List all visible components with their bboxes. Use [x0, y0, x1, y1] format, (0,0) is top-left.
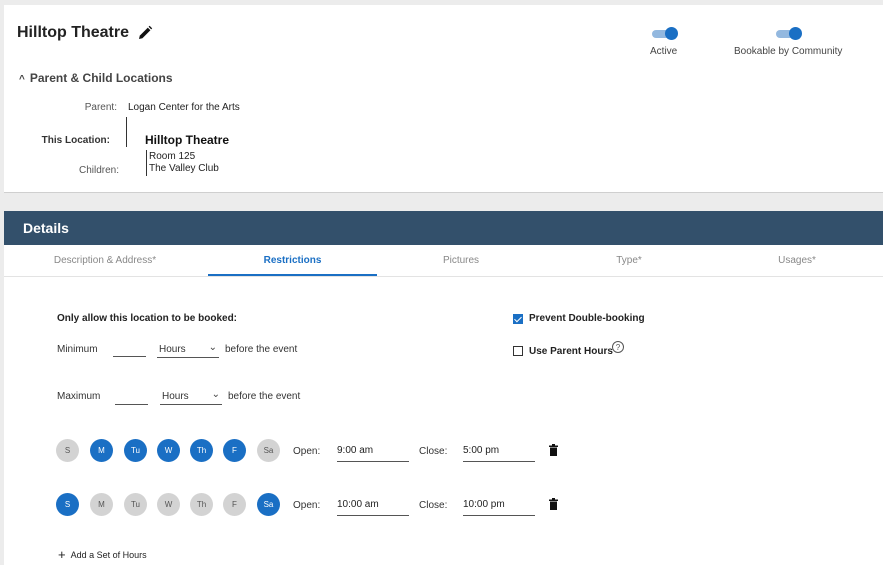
- maximum-unit-select[interactable]: Hours ⌄: [160, 389, 222, 405]
- tree-line-children: [146, 150, 147, 176]
- before-event-text: before the event: [228, 391, 301, 402]
- day-toggle-wednesday[interactable]: W: [157, 493, 180, 516]
- trash-icon[interactable]: [549, 444, 558, 456]
- close-label: Close:: [419, 446, 448, 457]
- open-label: Open:: [293, 446, 321, 457]
- use-parent-hours-checkbox[interactable]: [513, 346, 523, 356]
- close-label: Close:: [419, 500, 448, 511]
- day-toggle-tuesday[interactable]: Tu: [124, 493, 147, 516]
- trash-icon[interactable]: [549, 498, 558, 510]
- this-location-label: This Location:: [41, 135, 110, 146]
- day-toggle-saturday[interactable]: Sa: [257, 493, 280, 516]
- day-toggle-friday[interactable]: F: [223, 439, 246, 462]
- tree-line-parent: [126, 117, 127, 147]
- maximum-unit-value: Hours: [162, 391, 189, 402]
- tab-restrictions[interactable]: Restrictions: [208, 255, 377, 266]
- active-toggle[interactable]: Active: [650, 27, 678, 57]
- pencil-icon[interactable]: [137, 25, 153, 41]
- details-header: Details: [4, 211, 883, 245]
- booking-heading: Only allow this location to be booked:: [57, 313, 238, 324]
- this-location-name: Hilltop Theatre: [145, 133, 230, 147]
- open-time-input[interactable]: 10:00 am: [337, 499, 409, 516]
- tab-usages[interactable]: Usages*: [712, 255, 882, 266]
- add-hours-label: Add a Set of Hours: [70, 550, 147, 560]
- child-link[interactable]: Room 125: [149, 151, 195, 162]
- page-title: Hilltop Theatre: [17, 24, 130, 41]
- parent-label: Parent:: [84, 102, 117, 113]
- day-toggle-tuesday[interactable]: Tu: [124, 439, 147, 462]
- minimum-unit-value: Hours: [159, 344, 186, 355]
- details-title: Details: [23, 220, 69, 236]
- close-time-input[interactable]: 10:00 pm: [463, 499, 535, 516]
- day-toggle-sunday[interactable]: S: [56, 439, 79, 462]
- day-toggle-monday[interactable]: M: [90, 493, 113, 516]
- maximum-input[interactable]: [115, 391, 148, 405]
- use-parent-hours-label: Use Parent Hours: [529, 346, 613, 357]
- chevron-down-icon: ⌄: [211, 389, 220, 400]
- prevent-double-booking-label: Prevent Double-booking: [529, 313, 645, 324]
- location-header-card: Hilltop Theatre Active Bookable by Commu…: [4, 5, 883, 193]
- tab-pictures[interactable]: Pictures: [376, 255, 546, 266]
- minimum-input[interactable]: [113, 343, 146, 357]
- day-toggle-friday[interactable]: F: [223, 493, 246, 516]
- maximum-label: Maximum: [57, 391, 101, 402]
- chevron-up-icon: ^: [19, 74, 25, 85]
- parent-child-section-toggle[interactable]: ^ Parent & Child Locations: [19, 71, 173, 85]
- day-toggle-monday[interactable]: M: [90, 439, 113, 462]
- open-time-input[interactable]: 9:00 am: [337, 445, 409, 462]
- tab-description-address[interactable]: Description & Address*: [20, 255, 190, 266]
- active-tab-indicator: [208, 274, 377, 276]
- day-toggle-saturday[interactable]: Sa: [257, 439, 280, 462]
- day-toggle-thursday[interactable]: Th: [190, 493, 213, 516]
- before-event-text: before the event: [225, 344, 298, 355]
- day-toggle-wednesday[interactable]: W: [157, 439, 180, 462]
- tab-type[interactable]: Type*: [544, 255, 714, 266]
- open-label: Open:: [293, 500, 321, 511]
- help-icon[interactable]: ?: [612, 341, 624, 353]
- chevron-down-icon: ⌄: [208, 342, 217, 353]
- child-link[interactable]: The Valley Club: [149, 163, 219, 174]
- bookable-toggle-label: Bookable by Community: [734, 46, 843, 57]
- minimum-label: Minimum: [57, 344, 98, 355]
- parent-link[interactable]: Logan Center for the Arts: [128, 102, 240, 113]
- close-time-input[interactable]: 5:00 pm: [463, 445, 535, 462]
- add-hours-button[interactable]: + Add a Set of Hours: [58, 547, 147, 562]
- day-toggle-sunday[interactable]: S: [56, 493, 79, 516]
- minimum-unit-select[interactable]: Hours ⌄: [157, 342, 219, 358]
- section-title: Parent & Child Locations: [29, 71, 173, 85]
- plus-icon: +: [58, 547, 66, 562]
- active-toggle-label: Active: [650, 46, 678, 57]
- details-tabs: Description & Address* Restrictions Pict…: [4, 245, 883, 277]
- day-toggle-thursday[interactable]: Th: [190, 439, 213, 462]
- bookable-toggle[interactable]: Bookable by Community: [734, 27, 843, 57]
- prevent-double-booking-checkbox[interactable]: [513, 314, 523, 324]
- children-label: Children:: [78, 165, 119, 176]
